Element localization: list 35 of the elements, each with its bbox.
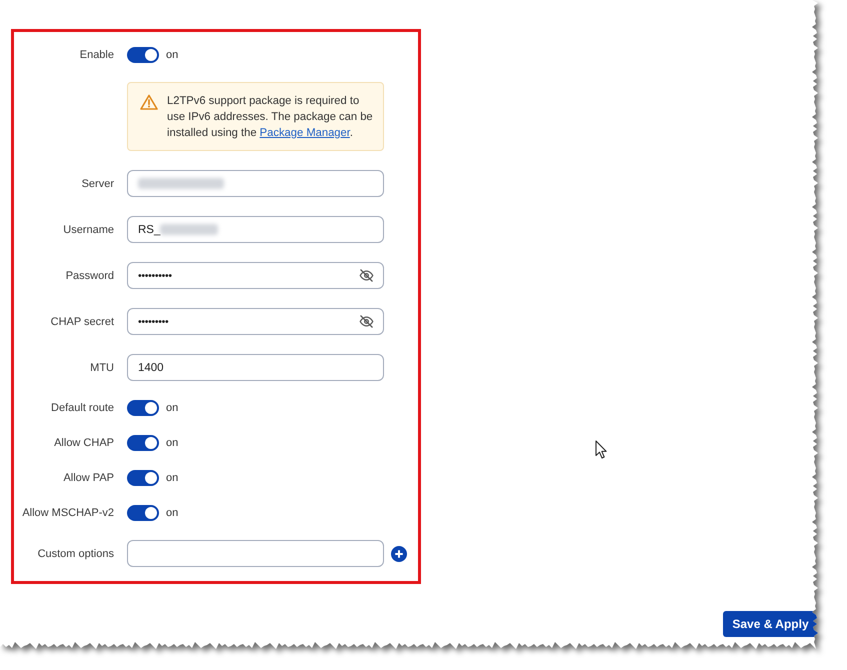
text-input[interactable] [127, 170, 384, 197]
field-label: Username [63, 224, 114, 236]
warning-message: L2TPv6 support package is required to use IPv6 addresses. The package can be installed using the Package Manager. [167, 94, 374, 141]
field-label: CHAP secret [50, 316, 114, 328]
add-icon[interactable] [391, 546, 407, 562]
password-input[interactable]: •••••••••• [127, 262, 384, 289]
toggle-state-text: on [166, 437, 178, 449]
field-label: Allow CHAP [54, 437, 114, 449]
toggle-switch[interactable] [127, 400, 159, 416]
save-apply-button[interactable]: Save & Apply [723, 611, 818, 637]
toggle-switch[interactable] [127, 470, 159, 486]
toggle-state-text: on [166, 507, 178, 519]
toggle-state-text: on [166, 49, 178, 61]
field-label: MTU [90, 362, 114, 374]
field-label: Allow MSCHAP-v2 [22, 507, 114, 519]
field-label: Default route [51, 402, 114, 414]
cursor-icon [595, 440, 607, 459]
eye-slash-icon[interactable] [359, 314, 374, 329]
eye-slash-icon[interactable] [359, 268, 374, 283]
toggle-state-text: on [166, 402, 178, 414]
field-label: Allow PAP [63, 472, 114, 484]
option-input[interactable] [127, 540, 384, 567]
text-input[interactable]: RS_ [127, 216, 384, 243]
field-label: Server [82, 178, 114, 190]
password-input[interactable]: ••••••••• [127, 308, 384, 335]
toggle-switch[interactable] [127, 505, 159, 521]
field-label: Custom options [38, 548, 114, 560]
warning-icon [140, 94, 158, 110]
toggle-switch[interactable] [127, 47, 159, 63]
field-label: Enable [80, 49, 114, 61]
field-label: Password [66, 270, 114, 282]
package-manager-link[interactable]: Package Manager [260, 127, 350, 139]
toggle-state-text: on [166, 472, 178, 484]
text-input[interactable]: 1400 [127, 354, 384, 381]
toggle-switch[interactable] [127, 435, 159, 451]
